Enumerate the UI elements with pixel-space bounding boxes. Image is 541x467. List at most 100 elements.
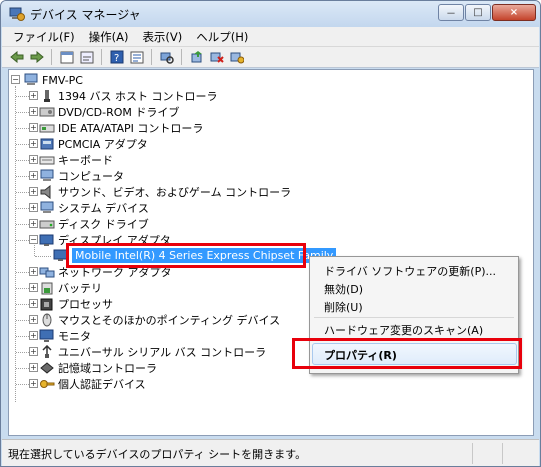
tree-item-system-devices[interactable]: システム デバイス	[39, 200, 149, 216]
display-adapter-icon	[39, 233, 55, 247]
expand-storage-controller-toggle[interactable]: +	[29, 363, 38, 372]
tree-item-label: サウンド、ビデオ、およびゲーム コントローラ	[58, 186, 292, 199]
processor-icon	[39, 297, 55, 311]
ide-controller-icon	[39, 121, 55, 135]
expand-sound-video-game-controller-toggle[interactable]: +	[29, 187, 38, 196]
disk-drive-icon	[39, 217, 55, 231]
menu-item-disable[interactable]: 無効(D)	[324, 281, 363, 297]
tree-item-label: キーボード	[58, 154, 113, 167]
tree-item-processor[interactable]: プロセッサ	[39, 296, 113, 312]
toolbar-separator	[151, 49, 152, 65]
menu-file[interactable]: ファイル(F)	[6, 29, 82, 45]
menu-action[interactable]: 操作(A)	[82, 29, 136, 45]
expand-processor-toggle[interactable]: +	[29, 299, 38, 308]
status-pane	[472, 443, 473, 464]
tree-item-mouse-pointing-device[interactable]: マウスとそのほかのポインティング デバイス	[39, 312, 280, 328]
minimize-button[interactable]: －	[438, 4, 464, 21]
action-icon[interactable]	[128, 49, 145, 65]
keyboard-icon	[39, 153, 55, 167]
status-pane	[502, 443, 503, 464]
expand-system-devices-toggle[interactable]: +	[29, 203, 38, 212]
menu-view[interactable]: 表示(V)	[135, 29, 189, 45]
device-manager-window: デバイス マネージャ － □ × ファイル(F) 操作(A) 表示(V) ヘルプ…	[0, 0, 541, 467]
menu-item-update-driver[interactable]: ドライバ ソフトウェアの更新(P)...	[324, 263, 496, 279]
menu-help[interactable]: ヘルプ(H)	[189, 29, 255, 45]
tree-item-ide-ata-atapi-controller[interactable]: IDE ATA/ATAPI コントローラ	[39, 120, 203, 136]
monitor-icon	[39, 329, 55, 343]
tree-item-monitor[interactable]: モニタ	[39, 328, 91, 344]
tree-item-label: 記憶域コントローラ	[58, 362, 157, 375]
toolbar-separator	[51, 49, 52, 65]
expand-battery-toggle[interactable]: +	[29, 283, 38, 292]
expand-mouse-pointing-device-toggle[interactable]: +	[29, 315, 38, 324]
window-title: デバイス マネージャ	[30, 7, 141, 22]
forward-icon[interactable]	[28, 49, 45, 65]
device-manager-app-icon	[9, 6, 25, 22]
bus-controller-icon	[39, 89, 55, 103]
show-hide-icon[interactable]	[78, 49, 95, 65]
tree-root[interactable]: FMV-PC	[23, 72, 83, 88]
expand-pcmcia-adapter-toggle[interactable]: +	[29, 139, 38, 148]
back-icon[interactable]	[8, 49, 25, 65]
svg-text:?: ?	[114, 53, 119, 64]
tree-root-label: FMV-PC	[42, 73, 83, 87]
expand-network-adapter-toggle[interactable]: +	[29, 267, 38, 276]
expand-disk-drive-toggle[interactable]: +	[29, 219, 38, 228]
tree-item-label: マウスとそのほかのポインティング デバイス	[58, 314, 281, 327]
biometric-device-icon	[39, 377, 55, 391]
expand-biometric-device-toggle[interactable]: +	[29, 379, 38, 388]
update-driver-icon[interactable]	[188, 49, 205, 65]
tree-item-biometric-device[interactable]: 個人認証デバイス	[39, 376, 146, 392]
expand-keyboard-toggle[interactable]: +	[29, 155, 38, 164]
tree-item-usb-controller[interactable]: ユニバーサル シリアル バス コントローラ	[39, 344, 266, 360]
tree-item-label: プロセッサ	[58, 298, 113, 311]
pcmcia-adapter-icon	[39, 137, 55, 151]
toolbar-separator	[181, 49, 182, 65]
speaker-icon	[39, 185, 55, 199]
close-button[interactable]: ×	[492, 4, 536, 21]
properties-view-icon[interactable]	[58, 49, 75, 65]
tree-item-pcmcia-adapter[interactable]: PCMCIA アダプタ	[39, 136, 148, 152]
expand-ide-ata-atapi-controller-toggle[interactable]: +	[29, 123, 38, 132]
tree-item-storage-controller[interactable]: 記憶域コントローラ	[39, 360, 157, 376]
tree-item-1394-bus-host-controller[interactable]: 1394 バス ホスト コントローラ	[39, 88, 217, 104]
tree-item-keyboard[interactable]: キーボード	[39, 152, 113, 168]
status-text: 現在選択しているデバイスのプロパティ シートを開きます。	[8, 447, 307, 461]
uninstall-device-icon[interactable]	[228, 49, 245, 65]
storage-controller-icon	[39, 361, 55, 375]
tree-item-battery[interactable]: バッテリ	[39, 280, 102, 296]
mouse-icon	[39, 313, 55, 327]
expand-monitor-toggle[interactable]: +	[29, 331, 38, 340]
collapse-root-toggle[interactable]: −	[11, 75, 20, 84]
expand-1394-bus-host-controller-toggle[interactable]: +	[29, 91, 38, 100]
collapse-display-adapter-toggle[interactable]: −	[29, 235, 38, 244]
tree-item-label: 1394 バス ホスト コントローラ	[58, 90, 218, 103]
expand-usb-controller-toggle[interactable]: +	[29, 347, 38, 356]
tree-item-label: DVD/CD-ROM ドライブ	[58, 106, 180, 119]
computer-icon	[39, 169, 55, 183]
scan-hardware-icon[interactable]	[158, 49, 175, 65]
menu-item-uninstall[interactable]: 削除(U)	[324, 299, 363, 315]
tree-item-computer[interactable]: コンピュータ	[39, 168, 124, 184]
tree-item-label: コンピュータ	[58, 170, 124, 183]
tree-item-label: モニタ	[58, 330, 91, 343]
tree-item-disk-drive[interactable]: ディスク ドライブ	[39, 216, 149, 232]
disable-device-icon[interactable]	[208, 49, 225, 65]
tree-item-sound-video-game-controller[interactable]: サウンド、ビデオ、およびゲーム コントローラ	[39, 184, 291, 200]
highlight-frame-device	[66, 243, 306, 268]
tree-item-label: 個人認証デバイス	[58, 378, 146, 391]
battery-icon	[39, 281, 55, 295]
computer-icon	[23, 73, 39, 87]
tree-item-label: バッテリ	[58, 282, 102, 295]
expand-dvd-cdrom-drive-toggle[interactable]: +	[29, 107, 38, 116]
menu-bar: ファイル(F) 操作(A) 表示(V) ヘルプ(H)	[2, 27, 539, 47]
status-bar: 現在選択しているデバイスのプロパティ シートを開きます。	[2, 439, 539, 466]
menu-item-scan-hardware[interactable]: ハードウェア変更のスキャン(A)	[324, 322, 483, 338]
toolbar-separator	[101, 49, 102, 65]
expand-computer-toggle[interactable]: +	[29, 171, 38, 180]
maximize-button[interactable]: □	[465, 4, 491, 21]
network-adapter-icon	[39, 265, 55, 279]
tree-item-dvd-cdrom-drive[interactable]: DVD/CD-ROM ドライブ	[39, 104, 179, 120]
tree-item-label: システム デバイス	[58, 202, 149, 215]
help-icon[interactable]: ?	[108, 49, 125, 65]
